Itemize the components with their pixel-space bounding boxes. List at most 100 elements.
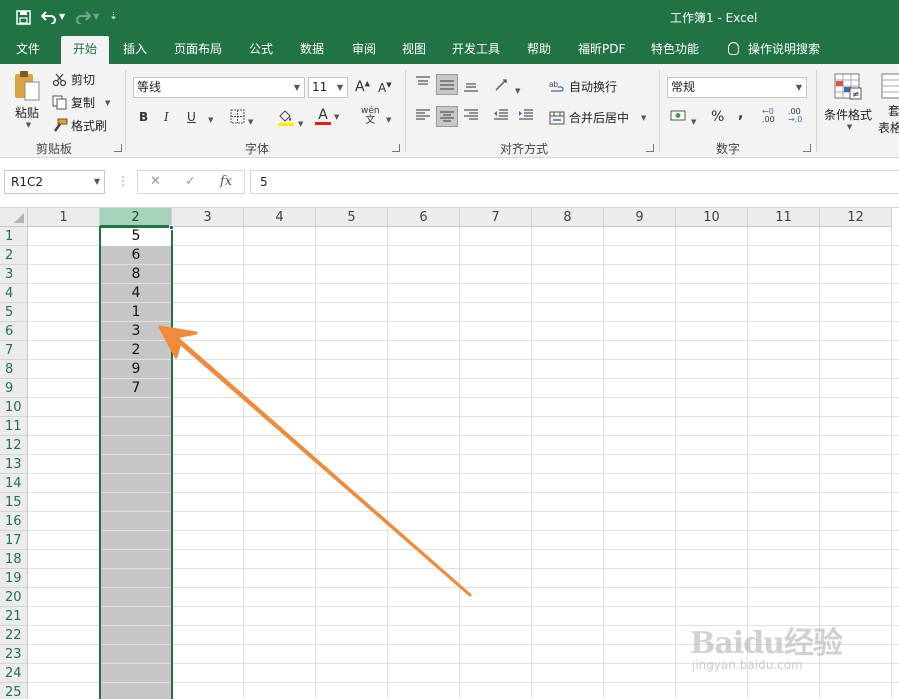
column-header[interactable]: 4 [244, 208, 316, 227]
tab-page-layout[interactable]: 页面布局 [174, 36, 222, 64]
save-icon[interactable] [16, 9, 31, 25]
paste-button[interactable]: 粘贴 ▼ [12, 70, 42, 129]
column-header[interactable]: 11 [748, 208, 820, 227]
fill-color-button[interactable]: ▼ [277, 108, 303, 129]
tab-insert[interactable]: 插入 [123, 36, 147, 64]
phonetic-dropdown-icon[interactable]: ▼ [383, 111, 391, 125]
insert-function-icon[interactable]: fx [220, 174, 232, 189]
conditional-formatting-button[interactable]: ≠ 条件格式 ▼ [824, 72, 872, 131]
row-header[interactable]: 25 [0, 683, 28, 699]
accounting-format-button[interactable]: ▼ [670, 108, 696, 127]
phonetic-button[interactable]: wén 文 [361, 107, 380, 126]
row-header[interactable]: 5 [0, 303, 28, 322]
alignment-launcher-icon[interactable] [646, 144, 654, 152]
row-header[interactable]: 7 [0, 341, 28, 360]
grow-font-button[interactable]: A▲ [355, 79, 370, 95]
redo-icon[interactable]: ▼ [75, 8, 99, 26]
wrap-text-button[interactable]: ab 自动换行 [549, 78, 617, 95]
font-size-select[interactable]: 11 ▼ [308, 77, 348, 98]
increase-decimal-button[interactable]: ←0.00 [762, 108, 775, 124]
row-header[interactable]: 12 [0, 436, 28, 455]
cell[interactable]: 1 [100, 303, 172, 322]
row-header[interactable]: 4 [0, 284, 28, 303]
font-launcher-icon[interactable] [392, 144, 400, 152]
cell[interactable]: 6 [100, 246, 172, 265]
row-header[interactable]: 19 [0, 569, 28, 588]
merge-center-button[interactable]: 合并后居中 ▼ [549, 109, 646, 126]
column-header[interactable]: 8 [532, 208, 604, 227]
column-header[interactable]: 2 [100, 208, 172, 227]
row-header[interactable]: 22 [0, 626, 28, 645]
percent-style-button[interactable]: % [711, 109, 724, 125]
row-header[interactable]: 10 [0, 398, 28, 417]
tab-special[interactable]: 特色功能 [651, 36, 699, 64]
undo-icon[interactable]: ▼ [41, 8, 65, 26]
column-header[interactable]: 7 [460, 208, 532, 227]
tab-review[interactable]: 审阅 [352, 36, 376, 64]
font-color-button[interactable]: A ▼ [315, 108, 339, 125]
underline-button[interactable]: U [187, 110, 196, 124]
merge-dropdown-icon[interactable]: ▼ [641, 114, 646, 122]
row-header[interactable]: 8 [0, 360, 28, 379]
align-right-button[interactable] [463, 108, 479, 125]
row-header[interactable]: 14 [0, 474, 28, 493]
row-header[interactable]: 17 [0, 531, 28, 550]
row-header[interactable]: 11 [0, 417, 28, 436]
column-header[interactable]: 3 [172, 208, 244, 227]
customize-qat-icon[interactable]: ⇣ [109, 8, 117, 26]
row-header[interactable]: 16 [0, 512, 28, 531]
tab-home[interactable]: 开始 [61, 36, 110, 64]
tab-view[interactable]: 视图 [402, 36, 426, 64]
align-center-button[interactable] [436, 106, 458, 127]
name-box[interactable]: R1C2 ▼ [4, 170, 105, 194]
tab-developer[interactable]: 开发工具 [452, 36, 500, 64]
formula-input[interactable]: 5 [250, 170, 899, 194]
row-header[interactable]: 20 [0, 588, 28, 607]
format-painter-button[interactable]: 格式刷 [52, 117, 107, 134]
select-all-button[interactable] [0, 208, 28, 227]
copy-dropdown-icon[interactable]: ▼ [105, 99, 110, 107]
align-left-button[interactable] [415, 108, 431, 125]
column-header[interactable]: 10 [676, 208, 748, 227]
row-header[interactable]: 15 [0, 493, 28, 512]
cut-button[interactable]: 剪切 [52, 71, 95, 88]
decrease-decimal-button[interactable]: .00 →.0 [788, 108, 802, 124]
column-header[interactable]: 5 [316, 208, 388, 227]
enter-icon[interactable]: ✓ [185, 174, 196, 189]
row-header[interactable]: 24 [0, 664, 28, 683]
paste-dropdown-icon[interactable]: ▼ [26, 121, 31, 129]
row-header[interactable]: 3 [0, 265, 28, 284]
conditional-dropdown-icon[interactable]: ▼ [847, 123, 852, 131]
tab-foxit-pdf[interactable]: 福昕PDF [578, 36, 625, 64]
row-header[interactable]: 13 [0, 455, 28, 474]
shrink-font-button[interactable]: A▼ [378, 81, 392, 95]
formula-bar-splitter[interactable]: ⋮ [117, 174, 129, 188]
cell[interactable]: 5 [100, 227, 172, 246]
column-header[interactable]: 9 [604, 208, 676, 227]
copy-button[interactable]: 复制 ▼ [52, 94, 110, 111]
row-header[interactable]: 2 [0, 246, 28, 265]
align-middle-button[interactable] [436, 74, 458, 95]
tab-help[interactable]: 帮助 [527, 36, 551, 64]
clipboard-launcher-icon[interactable] [114, 144, 122, 152]
tell-me-search[interactable]: 操作说明搜索 [728, 36, 820, 64]
cell[interactable]: 4 [100, 284, 172, 303]
format-as-table-button[interactable]: 套 表格 [878, 72, 899, 136]
cell[interactable]: 8 [100, 265, 172, 284]
tab-data[interactable]: 数据 [300, 36, 324, 64]
font-name-select[interactable]: 等线 ▼ [133, 77, 305, 98]
row-header[interactable]: 23 [0, 645, 28, 664]
comma-style-button[interactable]: , [738, 106, 743, 122]
row-header[interactable]: 21 [0, 607, 28, 626]
row-header[interactable]: 1 [0, 227, 28, 246]
cell[interactable]: 9 [100, 360, 172, 379]
cancel-icon[interactable]: ✕ [150, 174, 161, 189]
underline-dropdown-icon[interactable]: ▼ [205, 111, 213, 125]
column-header[interactable]: 12 [820, 208, 892, 227]
tab-formulas[interactable]: 公式 [249, 36, 273, 64]
number-format-select[interactable]: 常规 ▼ [667, 77, 807, 98]
row-header[interactable]: 18 [0, 550, 28, 569]
column-header[interactable]: 1 [28, 208, 100, 227]
column-header[interactable]: 6 [388, 208, 460, 227]
orientation-button[interactable]: ▼ [494, 77, 520, 96]
